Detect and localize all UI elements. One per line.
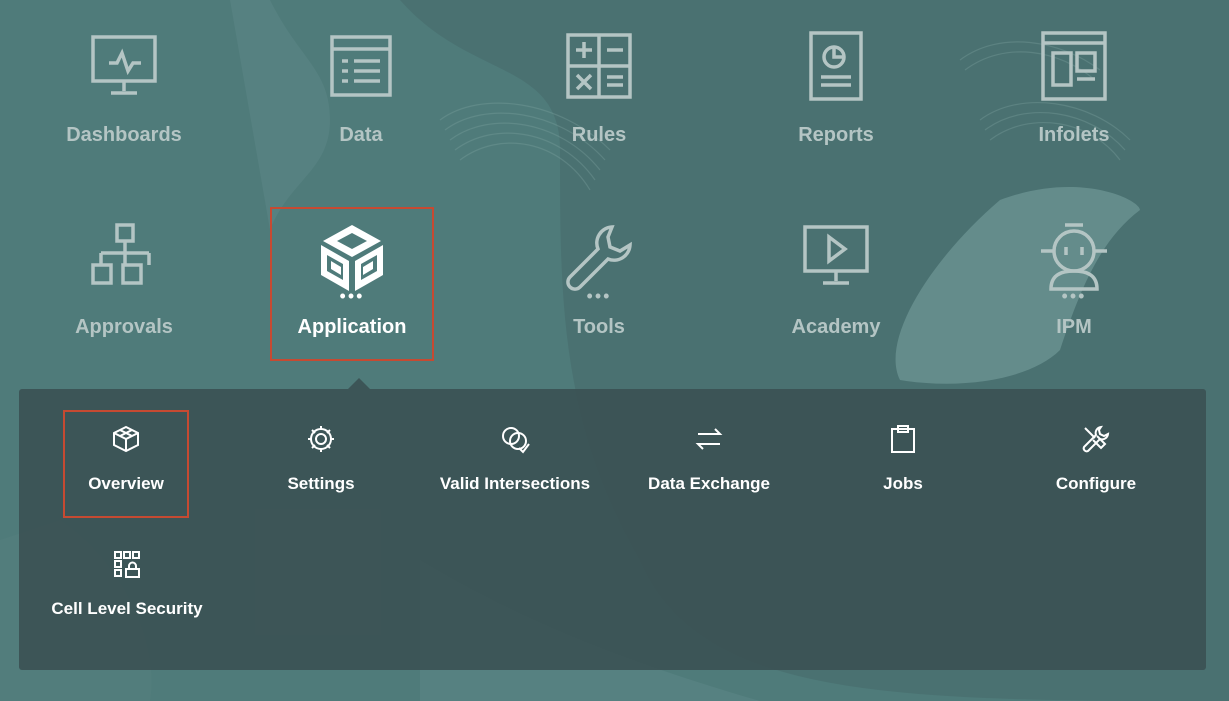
submenu-label: Overview (88, 474, 164, 493)
card-label: Application (297, 316, 407, 338)
submenu-label: Cell Level Security (51, 599, 203, 618)
gear-icon (306, 424, 336, 454)
card-label: Infolets (1038, 124, 1110, 146)
submenu-item-settings[interactable]: Settings (226, 412, 416, 512)
calculator-icon (564, 31, 634, 101)
clipboard-icon (888, 424, 918, 454)
card-label: IPM (1056, 316, 1092, 338)
submenu-label: Configure (1055, 474, 1137, 493)
card-label: Tools (573, 316, 625, 338)
submenu-item-jobs[interactable]: Jobs (808, 412, 998, 512)
card-label: Approvals (75, 316, 173, 338)
card-data[interactable]: Data (280, 3, 442, 153)
card-academy[interactable]: Academy (755, 195, 917, 345)
card-reports[interactable]: Reports (755, 3, 917, 153)
wrench-icon (564, 223, 634, 293)
card-approvals[interactable]: Approvals (43, 195, 205, 345)
submenu-item-data-exchange[interactable]: Data Exchange (614, 412, 804, 512)
robot-icon (1039, 223, 1109, 293)
cube-icon (111, 424, 141, 454)
submenu-label: Data Exchange (648, 474, 770, 493)
submenu-label: Valid Intersections (439, 474, 591, 493)
card-label: Dashboards (66, 124, 182, 146)
submenu-item-cell-level-security[interactable]: Cell Level Security (32, 537, 222, 637)
play-screen-icon (801, 223, 871, 293)
submenu-item-configure[interactable]: Configure (1001, 412, 1191, 512)
exchange-arrows-icon (694, 424, 724, 454)
card-application[interactable]: ••• Application (270, 207, 434, 361)
monitor-pulse-icon (89, 31, 159, 101)
more-menu-dots: ••• (339, 286, 365, 306)
card-ipm[interactable]: ••• IPM (993, 195, 1155, 345)
submenu-pointer (348, 378, 370, 389)
submenu-item-valid-intersections[interactable]: Valid Intersections (420, 412, 610, 512)
data-form-icon (326, 31, 396, 101)
card-label: Reports (798, 124, 874, 146)
card-tools[interactable]: ••• Tools (518, 195, 680, 345)
tools-icon (1081, 424, 1111, 454)
submenu-item-overview[interactable]: Overview (63, 410, 189, 518)
card-infolets[interactable]: Infolets (993, 3, 1155, 153)
more-menu-dots: ••• (586, 286, 612, 306)
report-icon (801, 31, 871, 101)
card-label: Rules (571, 124, 627, 146)
card-label: Academy (791, 316, 881, 338)
card-rules[interactable]: Rules (518, 3, 680, 153)
cell-security-icon (112, 549, 142, 579)
card-label: Data (339, 124, 383, 146)
infolets-icon (1039, 31, 1109, 101)
submenu-label: Jobs (883, 474, 923, 493)
intersections-icon (500, 424, 530, 454)
card-dashboards[interactable]: Dashboards (43, 3, 205, 153)
more-menu-dots: ••• (1061, 286, 1087, 306)
submenu-label: Settings (287, 474, 355, 493)
hierarchy-icon (89, 223, 159, 293)
application-cube-icon (317, 223, 387, 293)
